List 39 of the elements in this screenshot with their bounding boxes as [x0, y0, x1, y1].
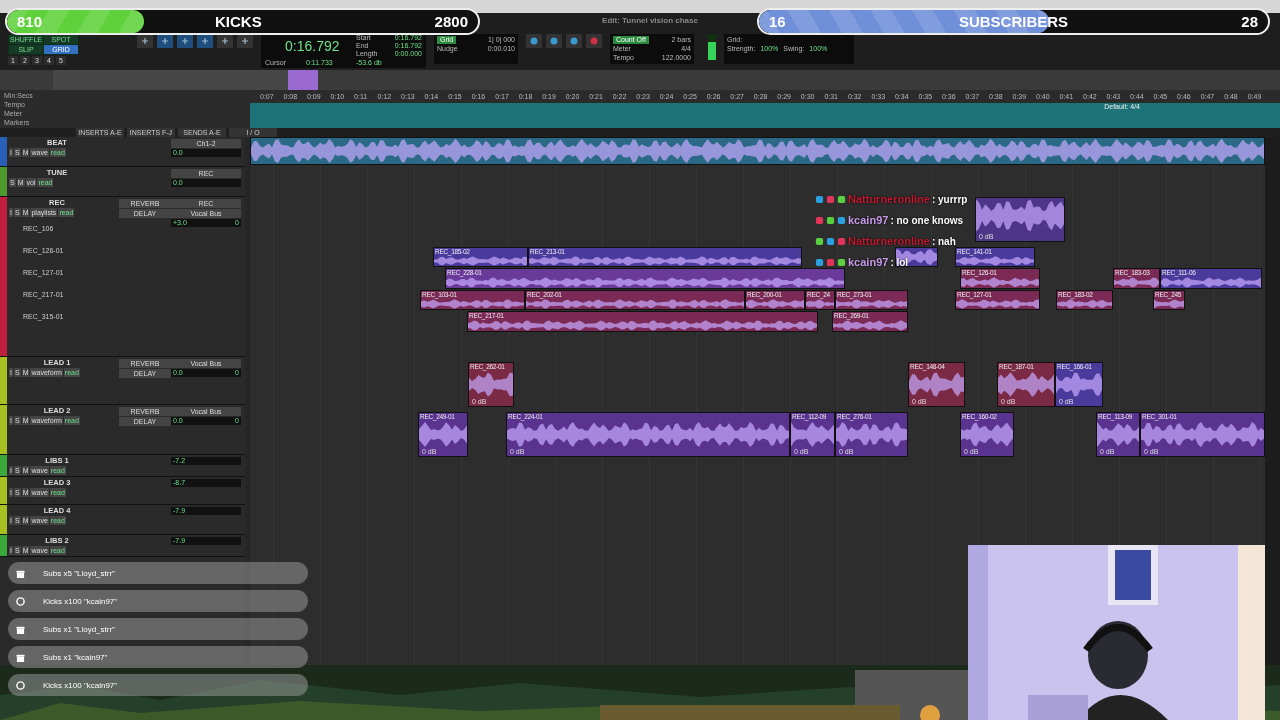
- level-meter: [708, 34, 716, 60]
- alert-text: Kicks x100 "kcain97": [43, 680, 118, 690]
- chat-username: Natturneronline: [848, 235, 930, 247]
- alert-text: Kicks x100 "kcain97": [43, 596, 118, 606]
- chat-message: : nah: [931, 235, 956, 247]
- gem-icon: [815, 194, 824, 204]
- gift-icon: [16, 652, 25, 662]
- goal-count: 16: [769, 13, 786, 30]
- cube-icon: [815, 215, 824, 225]
- main-counter: 0:16.792: [284, 37, 341, 56]
- chat-message: : yurrrp: [931, 193, 968, 205]
- gift-icon: [16, 568, 25, 578]
- goal-target: 28: [1241, 13, 1258, 30]
- goal-label: KICKS: [215, 13, 262, 30]
- cube-icon: [826, 257, 835, 267]
- record-icon[interactable]: [586, 34, 602, 48]
- badge-icon: [16, 596, 25, 606]
- audio-clip[interactable]: [895, 247, 938, 267]
- chat-message: : lol: [890, 256, 909, 268]
- badge-icon: [16, 680, 25, 690]
- alert-text: Subs x1 "Lloyd_strr": [43, 624, 115, 634]
- chat-username: Natturneronline: [848, 193, 930, 205]
- gem-icon: [837, 215, 846, 225]
- gift-icon: [16, 624, 25, 634]
- goal-target: 2800: [434, 13, 468, 30]
- chat-username: kcain97: [848, 256, 889, 268]
- window-title: Edit: Tunnel vision chase: [602, 15, 698, 27]
- audio-clip[interactable]: [250, 137, 1265, 165]
- cube-icon: [826, 194, 835, 204]
- cube-icon: [837, 236, 846, 246]
- chat-username: kcain97: [848, 214, 889, 226]
- selection-marker[interactable]: [288, 70, 318, 90]
- alert-text: Subs x5 "Lloyd_strr": [43, 568, 115, 578]
- gem-icon: [826, 236, 835, 246]
- scrollbar[interactable]: [1265, 137, 1280, 665]
- gem-icon: [815, 257, 824, 267]
- chat-message: : no one knows: [890, 214, 964, 226]
- alert-text: Subs x1 "kcain97": [43, 652, 108, 662]
- goal-count: 810: [17, 13, 43, 30]
